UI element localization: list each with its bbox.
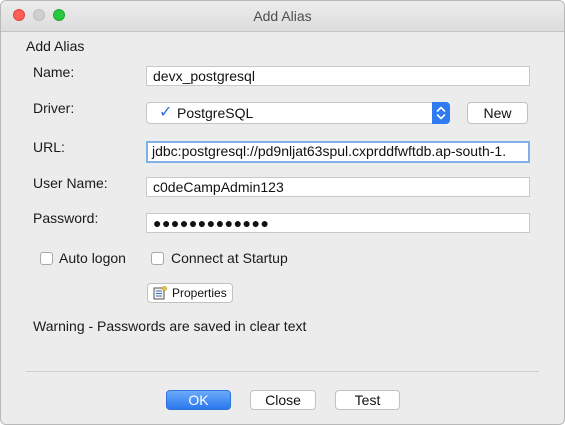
password-label: Password:: [33, 210, 99, 226]
separator: [26, 371, 539, 372]
driver-label: Driver:: [33, 100, 75, 116]
add-alias-dialog: Add Alias Add Alias Name: devx_postgresq…: [0, 0, 565, 425]
connect-at-startup-label[interactable]: Connect at Startup: [171, 250, 288, 266]
password-field[interactable]: ●●●●●●●●●●●●●: [146, 213, 530, 233]
checkmark-icon: ✓: [159, 104, 173, 121]
username-label: User Name:: [33, 175, 108, 191]
warning-text: Warning - Passwords are saved in clear t…: [33, 318, 307, 334]
new-button-label: New: [483, 105, 512, 121]
auto-logon-label[interactable]: Auto logon: [59, 250, 126, 266]
driver-value: PostgreSQL: [177, 105, 254, 121]
url-field[interactable]: jdbc:postgresql://pd9nljat63spul.cxprddf…: [146, 141, 530, 163]
select-arrows-icon[interactable]: [432, 102, 450, 124]
title-bar: Add Alias: [1, 1, 564, 32]
username-field[interactable]: c0deCampAdmin123: [146, 177, 530, 197]
driver-select[interactable]: ✓ PostgreSQL: [146, 102, 450, 124]
properties-icon: [153, 286, 167, 300]
close-button[interactable]: Close: [250, 390, 316, 410]
properties-button[interactable]: Properties: [147, 283, 233, 303]
name-field[interactable]: devx_postgresql: [146, 66, 530, 86]
name-label: Name:: [33, 64, 75, 80]
window-title: Add Alias: [253, 8, 312, 24]
url-label: URL:: [33, 139, 65, 155]
dialog-header: Add Alias: [26, 38, 85, 54]
ok-button[interactable]: OK: [166, 390, 231, 410]
new-driver-button[interactable]: New: [467, 102, 528, 124]
test-button[interactable]: Test: [335, 390, 400, 410]
auto-logon-checkbox[interactable]: [40, 252, 53, 265]
properties-button-label: Properties: [172, 286, 227, 300]
connect-at-startup-checkbox[interactable]: [151, 252, 164, 265]
